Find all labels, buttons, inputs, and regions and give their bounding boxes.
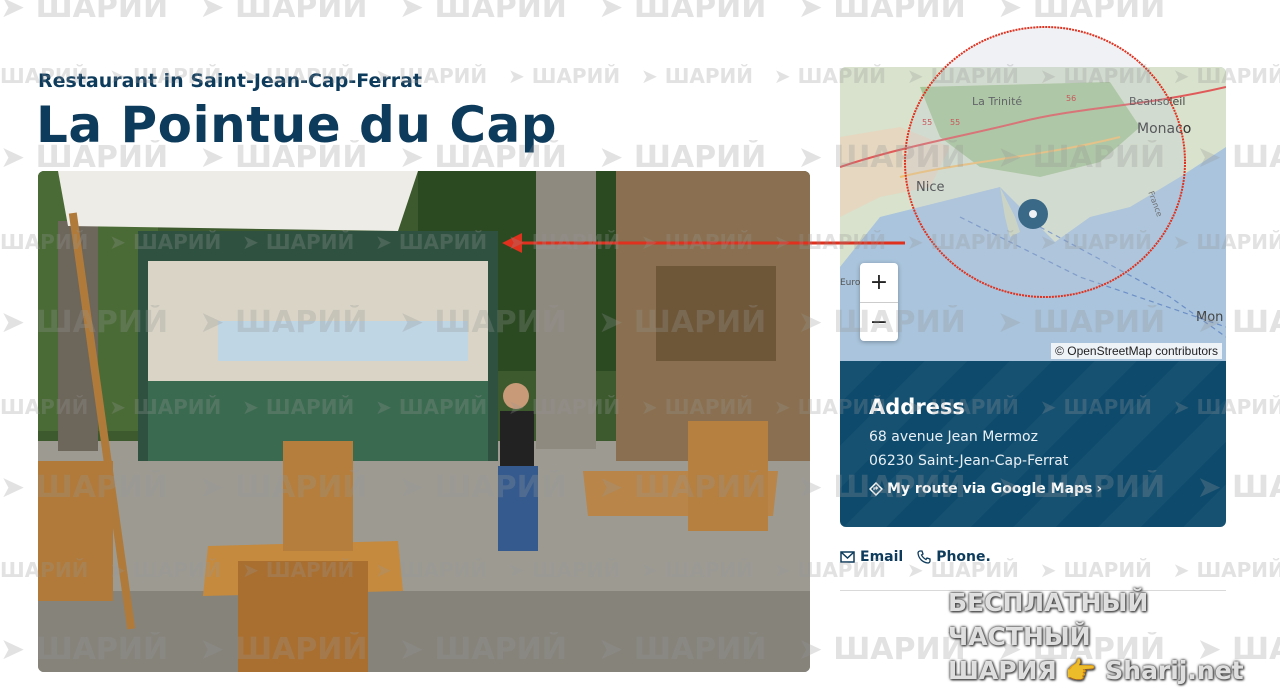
page-title: La Pointue du Cap — [36, 96, 558, 154]
chevron-right-icon: › — [1096, 481, 1103, 497]
address-street: 68 avenue Jean Mermoz — [869, 429, 1038, 445]
promo-watermark: БЕСПЛАТНЫЙ ЧАСТНЫЙ ШАРИЯ 👉 Sharij.net — [948, 586, 1280, 688]
send-icon: ➤ — [398, 0, 424, 25]
email-label: Email — [860, 549, 904, 565]
map-label-monaco: Monaco — [1137, 121, 1191, 137]
send-icon: ➤ — [199, 0, 225, 25]
mail-icon — [840, 551, 855, 563]
google-maps-route-link[interactable]: My route via Google Maps › — [869, 481, 1102, 497]
map-label-nice: Nice — [916, 180, 944, 195]
map-road-number: 55 — [922, 118, 932, 127]
contact-links: Email Phone. — [840, 549, 991, 565]
send-icon: ➤ — [797, 0, 823, 25]
page-subtitle: Restaurant in Saint-Jean-Cap-Ferrat — [38, 70, 423, 92]
zoom-control: + − — [860, 263, 898, 341]
promo-line-2: ШАРИЯ 👉 Sharij.net — [948, 656, 1244, 685]
address-card: Address 68 avenue Jean Mermoz 06230 Sain… — [840, 361, 1226, 527]
watermark-row: ➤ ШАРИЙ ➤ ШАРИЙ ➤ ШАРИЙ ➤ ШАРИЙ ➤ ШАРИЙ … — [0, 0, 1280, 25]
send-icon: ➤ — [0, 0, 26, 25]
directions-icon — [869, 482, 883, 496]
location-map[interactable]: La Trinité Beausoleil Monaco Nice Mon Fr… — [840, 67, 1226, 361]
address-heading: Address — [869, 395, 965, 419]
send-icon: ➤ — [997, 0, 1023, 25]
phone-label: Phone. — [936, 549, 991, 565]
phone-icon — [917, 550, 931, 564]
map-attribution[interactable]: © OpenStreetMap contributors — [1051, 343, 1222, 359]
zoom-in-button[interactable]: + — [860, 263, 898, 302]
map-label-la-trinite: La Trinité — [972, 95, 1022, 108]
email-link[interactable]: Email — [840, 549, 903, 565]
map-label-beausoleil: Beausoleil — [1129, 95, 1185, 108]
map-road-number: 56 — [1066, 94, 1076, 103]
send-icon: ➤ — [598, 0, 624, 25]
phone-link[interactable]: Phone. — [917, 549, 991, 565]
location-pin-icon[interactable] — [1018, 199, 1048, 229]
map-road-number: 55 — [950, 118, 960, 127]
map-label-france: France — [1146, 190, 1164, 218]
address-city: 06230 Saint-Jean-Cap-Ferrat — [869, 453, 1069, 469]
restaurant-photo — [38, 171, 810, 672]
map-label-mon: Mon — [1196, 310, 1223, 325]
zoom-out-button[interactable]: − — [860, 302, 898, 341]
route-link-label: My route via Google Maps — [887, 481, 1093, 497]
promo-line-1: БЕСПЛАТНЫЙ ЧАСТНЫЙ — [948, 588, 1149, 651]
